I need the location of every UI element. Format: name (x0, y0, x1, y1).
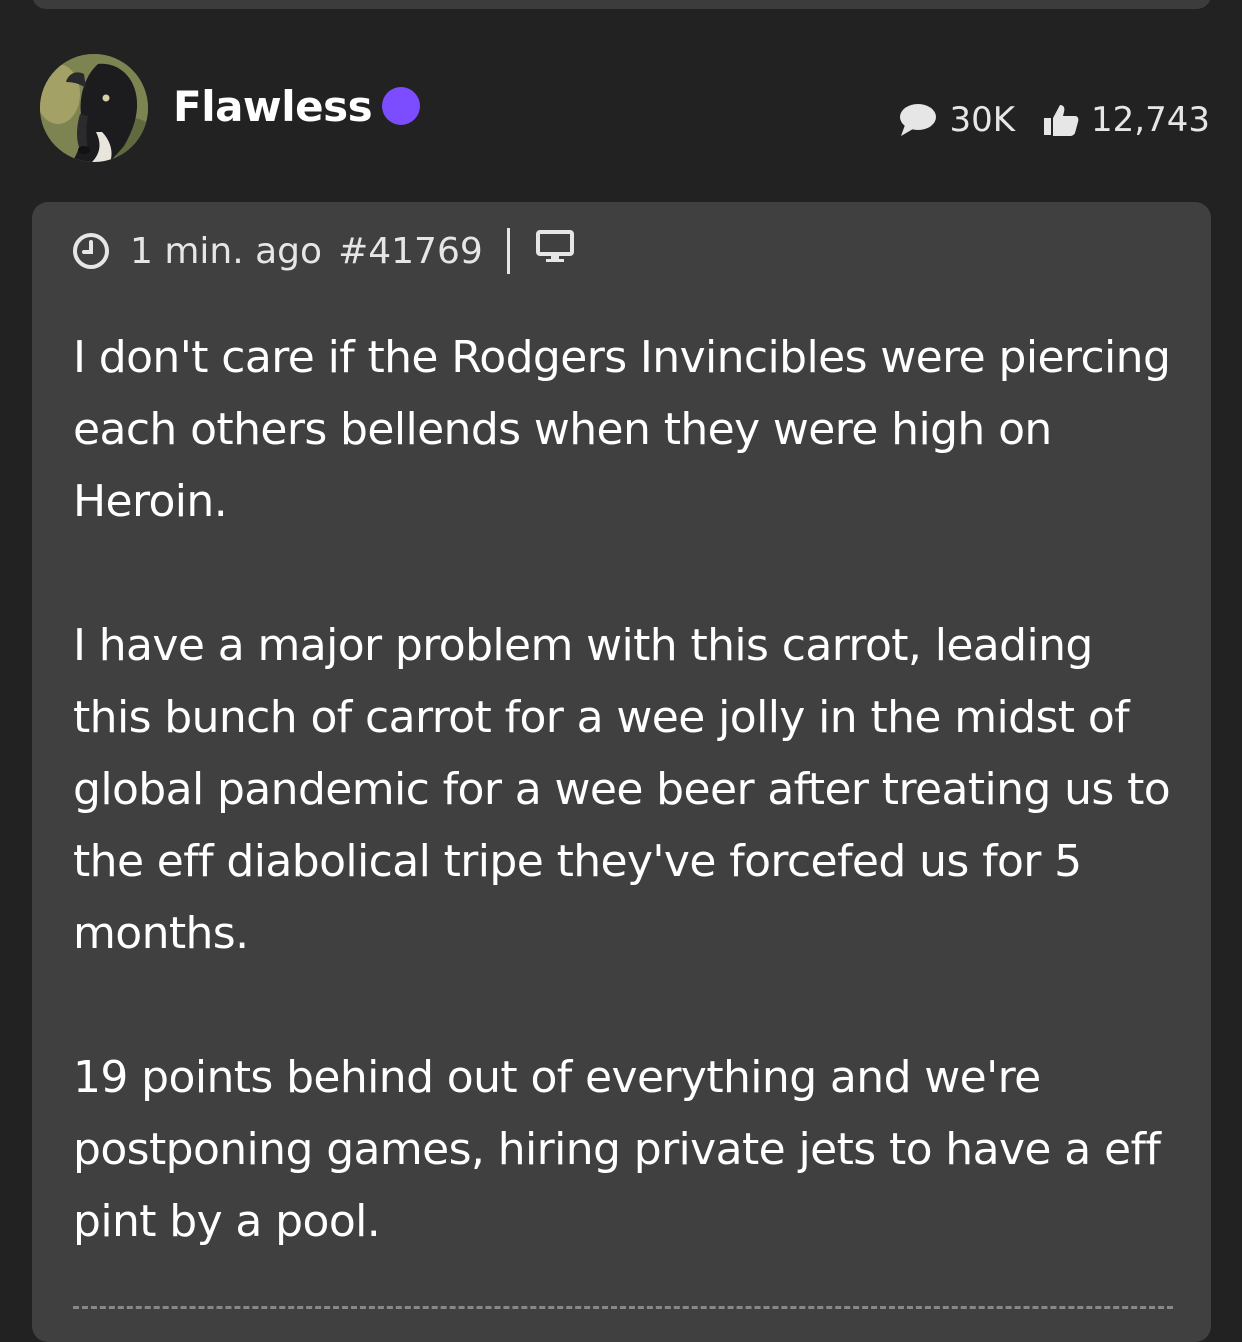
post-paragraph: I don't care if the Rodgers Invincibles … (73, 332, 1171, 527)
post-paragraph: I have a major problem with this carrot,… (73, 620, 1171, 959)
post-paragraph: 19 points behind out of everything and w… (73, 1052, 1161, 1247)
post-id[interactable]: #41769 (338, 231, 483, 272)
post-meta: 1 min. ago #41769 (72, 226, 574, 276)
comments-stat[interactable]: 30K (899, 100, 1015, 140)
likes-count: 12,743 (1091, 100, 1210, 140)
clock-icon (72, 232, 110, 270)
meta-divider (506, 228, 510, 274)
post-card: 1 min. ago #41769 I don't care if the Ro… (32, 202, 1211, 1342)
likes-stat[interactable]: 12,743 (1043, 100, 1210, 140)
author-name[interactable]: Flawless (173, 82, 373, 131)
post-stats: 30K 12,743 (899, 98, 1210, 142)
online-status-dot (382, 87, 421, 125)
signature-divider (73, 1306, 1173, 1309)
thumbs-up-icon (1043, 103, 1079, 137)
avatar[interactable] (40, 54, 148, 162)
author-row: Flawless (173, 78, 421, 134)
desktop-icon (535, 229, 574, 273)
post-header: Flawless 30K 12,743 (0, 0, 1242, 200)
comments-count: 30K (949, 100, 1016, 140)
post-body: I don't care if the Rodgers Invincibles … (73, 322, 1183, 1258)
greyhound-avatar-image (40, 54, 148, 162)
post-time: 1 min. ago (130, 230, 323, 272)
speech-bubble-icon (899, 103, 937, 137)
